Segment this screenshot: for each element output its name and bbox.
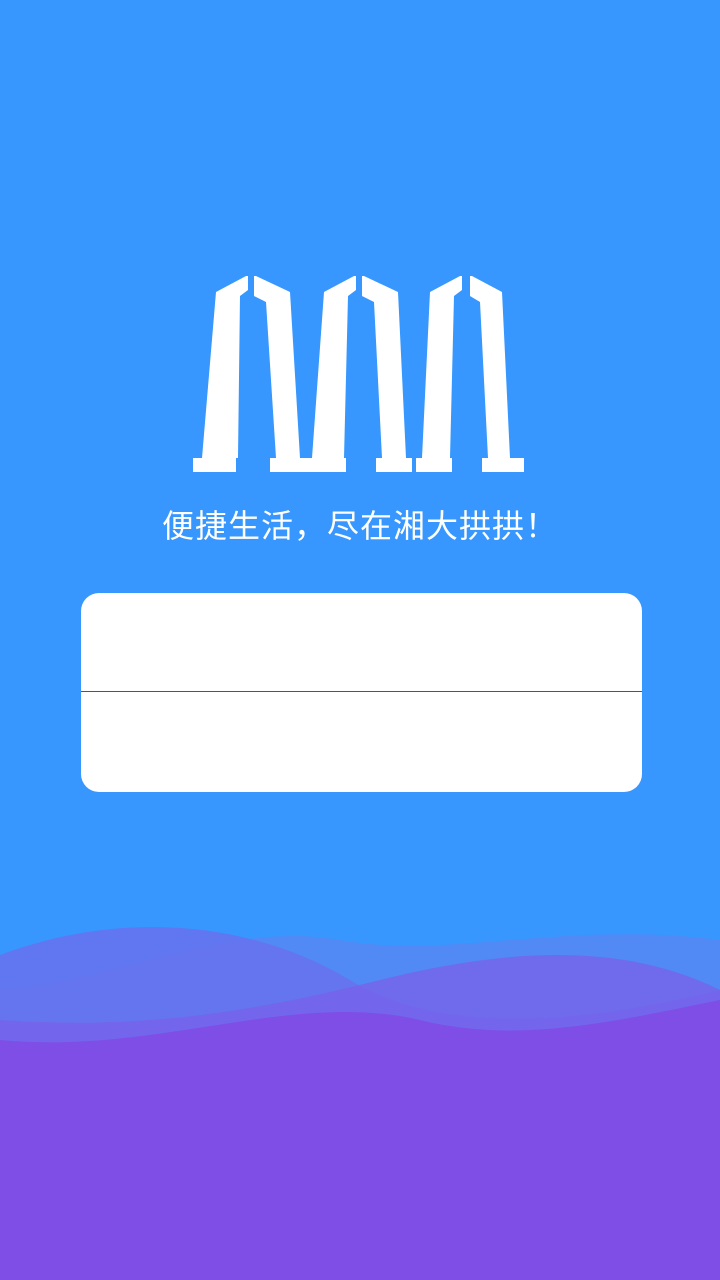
password-input[interactable] [81,693,642,791]
app-slogan: 便捷生活，尽在湘大拱拱！ [161,507,558,545]
field-divider [81,691,642,692]
login-form [81,593,642,792]
username-input[interactable] [81,593,642,691]
wave-decoration [0,927,720,1280]
xtu-arch-logo-icon [193,276,524,472]
